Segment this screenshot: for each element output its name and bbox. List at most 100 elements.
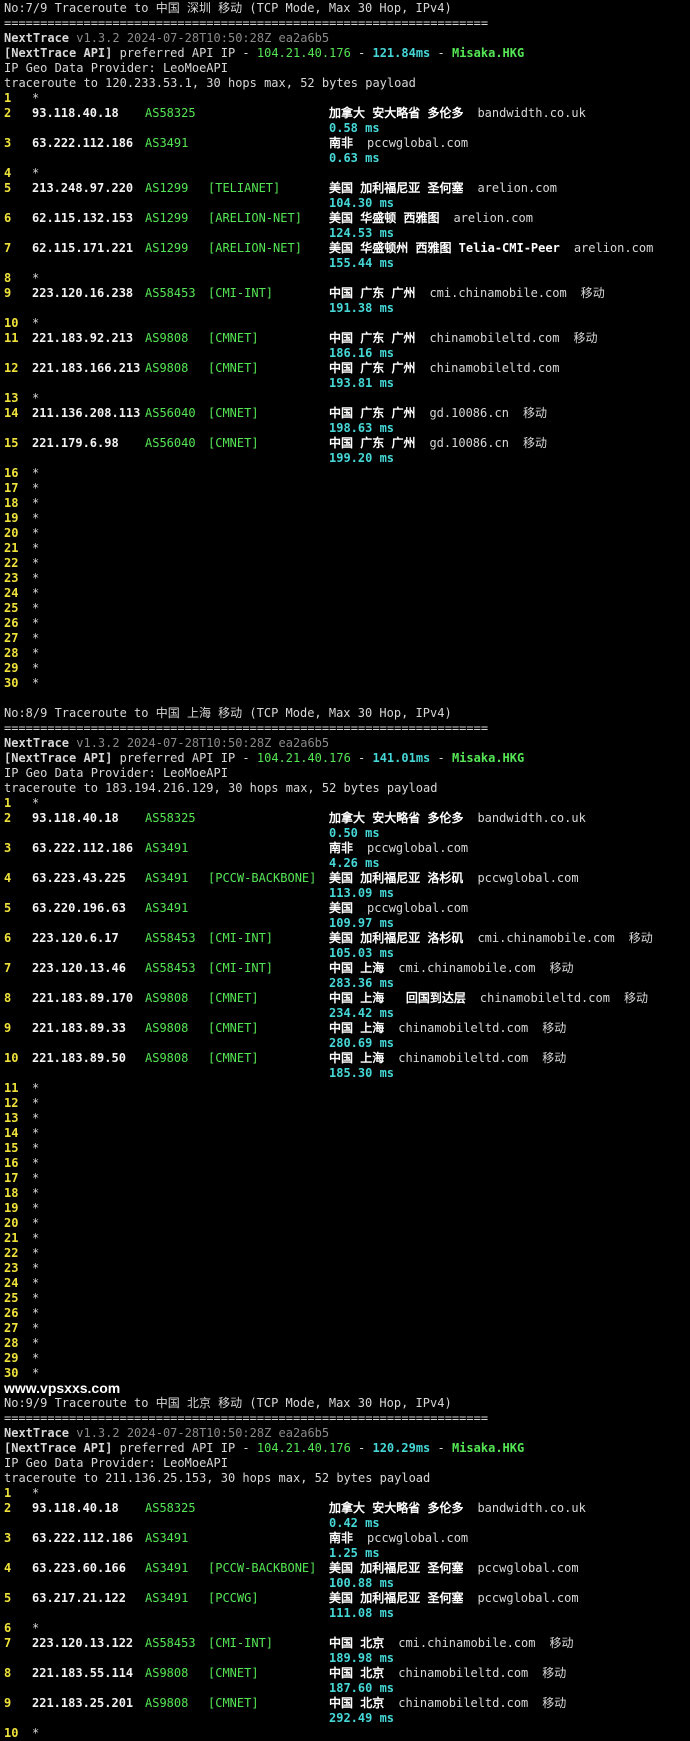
hop-row: 7 223.120.13.122 AS58453 [CMI-INT] 中国 北京 cmi.… — [4, 1636, 690, 1651]
hop-number: 9 — [4, 286, 12, 300]
hop-row: 4 63.223.60.166 AS3491 [PCCW-BACKBONE] 美国 加利… — [4, 1561, 690, 1576]
hop-number: 8 — [4, 991, 12, 1005]
hop-timeout: * — [32, 481, 40, 495]
hop-latency-line: 124.53 ms — [4, 226, 690, 241]
hop-latency-line: 0.42 ms — [4, 1516, 690, 1531]
api-ip: 104.21.40.176 — [256, 1441, 351, 1455]
hop-timeout: * — [32, 1096, 40, 1110]
hop-latency-line: 105.03 ms — [4, 946, 690, 961]
hop-timeout: * — [32, 571, 40, 585]
hop-number: 27 — [4, 1321, 19, 1335]
hop-asn: AS58453 — [145, 286, 196, 300]
hop-row: 22 * — [4, 1246, 690, 1261]
api-line: [NextTrace API] preferred API IP - 104.2… — [4, 1441, 690, 1456]
hop-geo: 美国 — [329, 901, 354, 915]
hop-row: 15 221.179.6.98 AS56040 [CMNET] 中国 广东 广州 gd.1… — [4, 436, 690, 451]
hop-geo: 中国 北京 — [329, 1636, 385, 1650]
hop-number: 23 — [4, 1261, 19, 1275]
hop-latency: 155.44 ms — [329, 256, 395, 270]
hop-number: 17 — [4, 1171, 19, 1185]
hop-latency: 124.53 ms — [329, 226, 395, 240]
hop-number: 19 — [4, 511, 19, 525]
hop-timeout: * — [32, 1336, 40, 1350]
hop-domain: bandwidth.co.uk — [477, 1501, 586, 1515]
hop-isp: 移动 — [628, 931, 653, 945]
hop-domain: chinamobileltd.com — [398, 1051, 529, 1065]
hop-geo: 美国 加利福尼亚 洛杉矶 — [329, 931, 464, 945]
hop-row: 13 * — [4, 391, 690, 406]
api-dash: - — [430, 46, 452, 60]
hop-tag: [CMNET] — [208, 436, 259, 450]
hop-row: 9 221.183.89.33 AS9808 [CMNET] 中国 上海 chinamob… — [4, 1021, 690, 1036]
hop-asn: AS58325 — [145, 811, 196, 825]
hop-latency-line: 109.97 ms — [4, 916, 690, 931]
traceroute-line: traceroute to 183.194.216.129, 30 hops m… — [4, 781, 438, 795]
hop-latency-line: 193.81 ms — [4, 376, 690, 391]
hop-latency: 187.60 ms — [329, 1681, 395, 1695]
hop-latency-line: 191.38 ms — [4, 301, 690, 316]
api-latency: 120.29ms — [372, 1441, 431, 1455]
hop-timeout: * — [32, 1186, 40, 1200]
hop-asn: AS3491 — [145, 1531, 189, 1545]
hop-domain: pccwglobal.com — [477, 871, 579, 885]
hop-asn: AS9808 — [145, 1021, 189, 1035]
hop-number: 5 — [4, 901, 12, 915]
hop-latency-line: 104.30 ms — [4, 196, 690, 211]
hop-number: 2 — [4, 811, 12, 825]
hop-row: 24 * — [4, 586, 690, 601]
api-dash: - — [430, 1441, 452, 1455]
hop-latency-line: 292.49 ms — [4, 1711, 690, 1726]
hop-row: 16 * — [4, 1156, 690, 1171]
hop-number: 24 — [4, 1276, 19, 1290]
hop-domain: pccwglobal.com — [367, 841, 469, 855]
hop-asn: AS58453 — [145, 931, 196, 945]
hop-number: 10 — [4, 1726, 19, 1740]
hop-ip: 63.222.112.186 — [32, 136, 134, 150]
hop-number: 27 — [4, 631, 19, 645]
hop-timeout: * — [32, 616, 40, 630]
hop-number: 29 — [4, 1351, 19, 1365]
hop-number: 29 — [4, 661, 19, 675]
hop-latency-line: 1.25 ms — [4, 1546, 690, 1561]
hop-latency-line: 0.58 ms — [4, 121, 690, 136]
hop-ip: 211.136.208.113 — [32, 406, 141, 420]
hop-ip: 221.183.25.201 — [32, 1696, 134, 1710]
api-dash: - — [430, 751, 452, 765]
hop-row: 2 93.118.40.18 AS58325 加拿大 安大略省 多伦多 bandwidt… — [4, 811, 690, 826]
traceroute-line: traceroute to 211.136.25.153, 30 hops ma… — [4, 1471, 431, 1485]
terminal-output: No:7/9 Traceroute to 中国 深圳 移动 (TCP Mode,… — [0, 0, 690, 1741]
hop-row: 16 * — [4, 466, 690, 481]
api-prefix: [NextTrace API] — [4, 46, 113, 60]
hop-timeout: * — [32, 271, 40, 285]
hop-asn: AS9808 — [145, 1051, 189, 1065]
hop-geo: 中国 广东 广州 — [329, 331, 416, 345]
hop-tag: [ARELION-NET] — [208, 211, 302, 225]
api-node: Misaka.HKG — [451, 1441, 525, 1455]
hop-ip: 221.179.6.98 — [32, 436, 119, 450]
hop-tag: [ARELION-NET] — [208, 241, 302, 255]
hop-latency: 185.30 ms — [329, 1066, 395, 1080]
separator-line: ========================================… — [4, 721, 489, 735]
hop-tag: [CMNET] — [208, 1021, 259, 1035]
hop-geo: 美国 加利福尼亚 圣何塞 — [329, 1591, 464, 1605]
hop-tag: [TELIANET] — [208, 181, 281, 195]
hop-number: 10 — [4, 316, 19, 330]
hop-ip: 63.217.21.122 — [32, 1591, 126, 1605]
hop-latency-line: 155.44 ms — [4, 256, 690, 271]
hop-domain: gd.10086.cn — [429, 406, 509, 420]
hop-latency-line: 185.30 ms — [4, 1066, 690, 1081]
hop-latency: 199.20 ms — [329, 451, 395, 465]
hop-row: 10 * — [4, 1726, 690, 1741]
hop-number: 25 — [4, 601, 19, 615]
hop-number: 12 — [4, 1096, 19, 1110]
hop-geo: 加拿大 安大略省 多伦多 — [329, 1501, 464, 1515]
hop-row: 29 * — [4, 661, 690, 676]
hop-timeout: * — [32, 586, 40, 600]
hop-timeout: * — [32, 796, 40, 810]
hop-latency: 104.30 ms — [329, 196, 395, 210]
hop-number: 1 — [4, 796, 12, 810]
hop-latency: 280.69 ms — [329, 1036, 395, 1050]
hop-latency: 105.03 ms — [329, 946, 395, 960]
hop-row: 12 * — [4, 1096, 690, 1111]
hop-tag: [CMI-INT] — [208, 931, 274, 945]
